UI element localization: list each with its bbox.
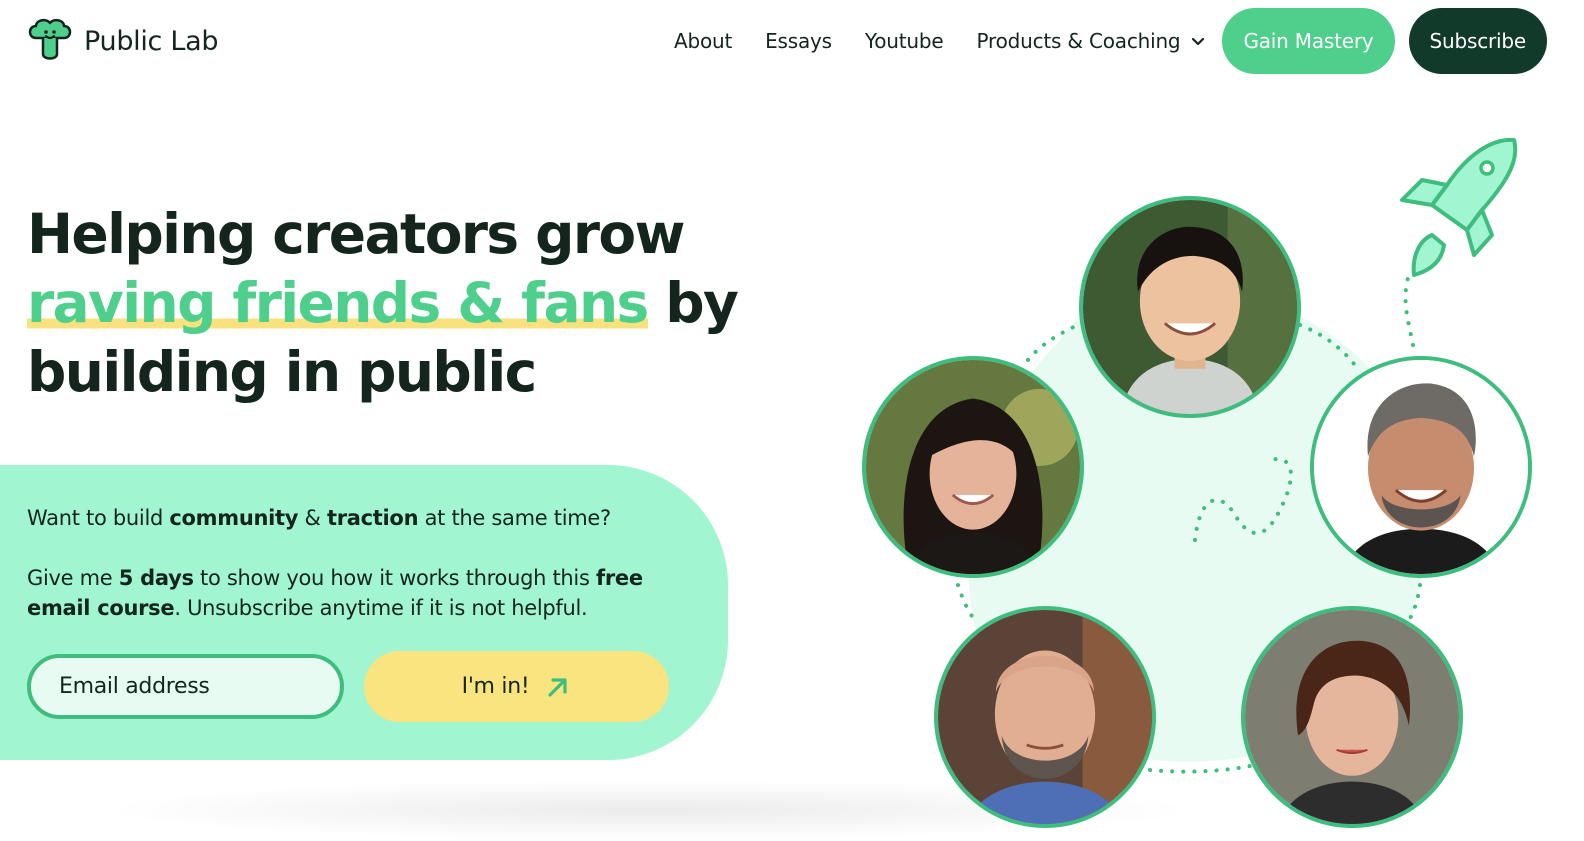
chevron-down-icon	[1192, 37, 1205, 46]
im-in-label: I'm in!	[461, 674, 530, 699]
signup-question-text: Want to build	[27, 506, 170, 530]
arrow-up-right-icon	[548, 677, 567, 697]
signup-desc-text-3: . Unsubscribe anytime if it is not helpf…	[174, 596, 588, 620]
brand-name: Public Lab	[84, 25, 219, 57]
top-nav: Public Lab About Essays Youtube Products…	[0, 0, 1584, 82]
avatar-5	[1241, 606, 1463, 828]
brand-logo[interactable]: Public Lab	[26, 18, 219, 64]
signup-desc-text: Give me	[27, 566, 119, 590]
hero-headline: Helping creators grow raving friends & f…	[27, 200, 787, 407]
avatar-3	[1310, 356, 1532, 578]
signup-question-text-2: &	[298, 506, 327, 530]
avatar-4	[934, 606, 1156, 828]
avatar-1	[1079, 196, 1301, 418]
avatar-portrait	[938, 610, 1152, 824]
headline-after-accent: by	[647, 271, 739, 335]
signup-question-text-3: at the same time?	[418, 506, 612, 530]
nav-products-dropdown[interactable]: Products & Coaching	[977, 29, 1207, 53]
avatar-portrait	[866, 360, 1080, 574]
nav-essays[interactable]: Essays	[765, 29, 832, 53]
avatar-portrait	[1314, 360, 1528, 574]
headline-line-1: Helping creators grow	[27, 202, 685, 266]
avatar-portrait	[1245, 610, 1459, 824]
signup-desc-text-2: to show you how it works through this	[193, 566, 596, 590]
signup-question: Want to build community & traction at th…	[27, 503, 611, 533]
avatar-2	[862, 356, 1084, 578]
broccoli-icon	[28, 18, 72, 60]
nav-about[interactable]: About	[674, 29, 732, 53]
avatar-portrait	[1083, 200, 1297, 414]
signup-question-bold-1: community	[169, 506, 299, 530]
headline-accent: raving friends & fans	[27, 271, 649, 335]
nav-links: About Essays Youtube Products & Coaching…	[674, 8, 1547, 74]
nav-youtube[interactable]: Youtube	[865, 29, 944, 53]
email-input[interactable]	[27, 654, 344, 719]
im-in-button[interactable]: I'm in!	[364, 651, 669, 722]
gain-mastery-button[interactable]: Gain Mastery	[1222, 8, 1395, 74]
headline-line-2: raving friends & fans by	[27, 269, 787, 338]
signup-question-bold-2: traction	[326, 506, 419, 530]
signup-desc-bold-1: 5 days	[118, 566, 194, 590]
signup-description: Give me 5 days to show you how it works …	[27, 563, 667, 623]
rocket-icon	[1400, 137, 1518, 277]
headline-line-3: building in public	[27, 340, 537, 404]
nav-products-label: Products & Coaching	[976, 29, 1181, 53]
subscribe-button[interactable]: Subscribe	[1408, 8, 1547, 74]
